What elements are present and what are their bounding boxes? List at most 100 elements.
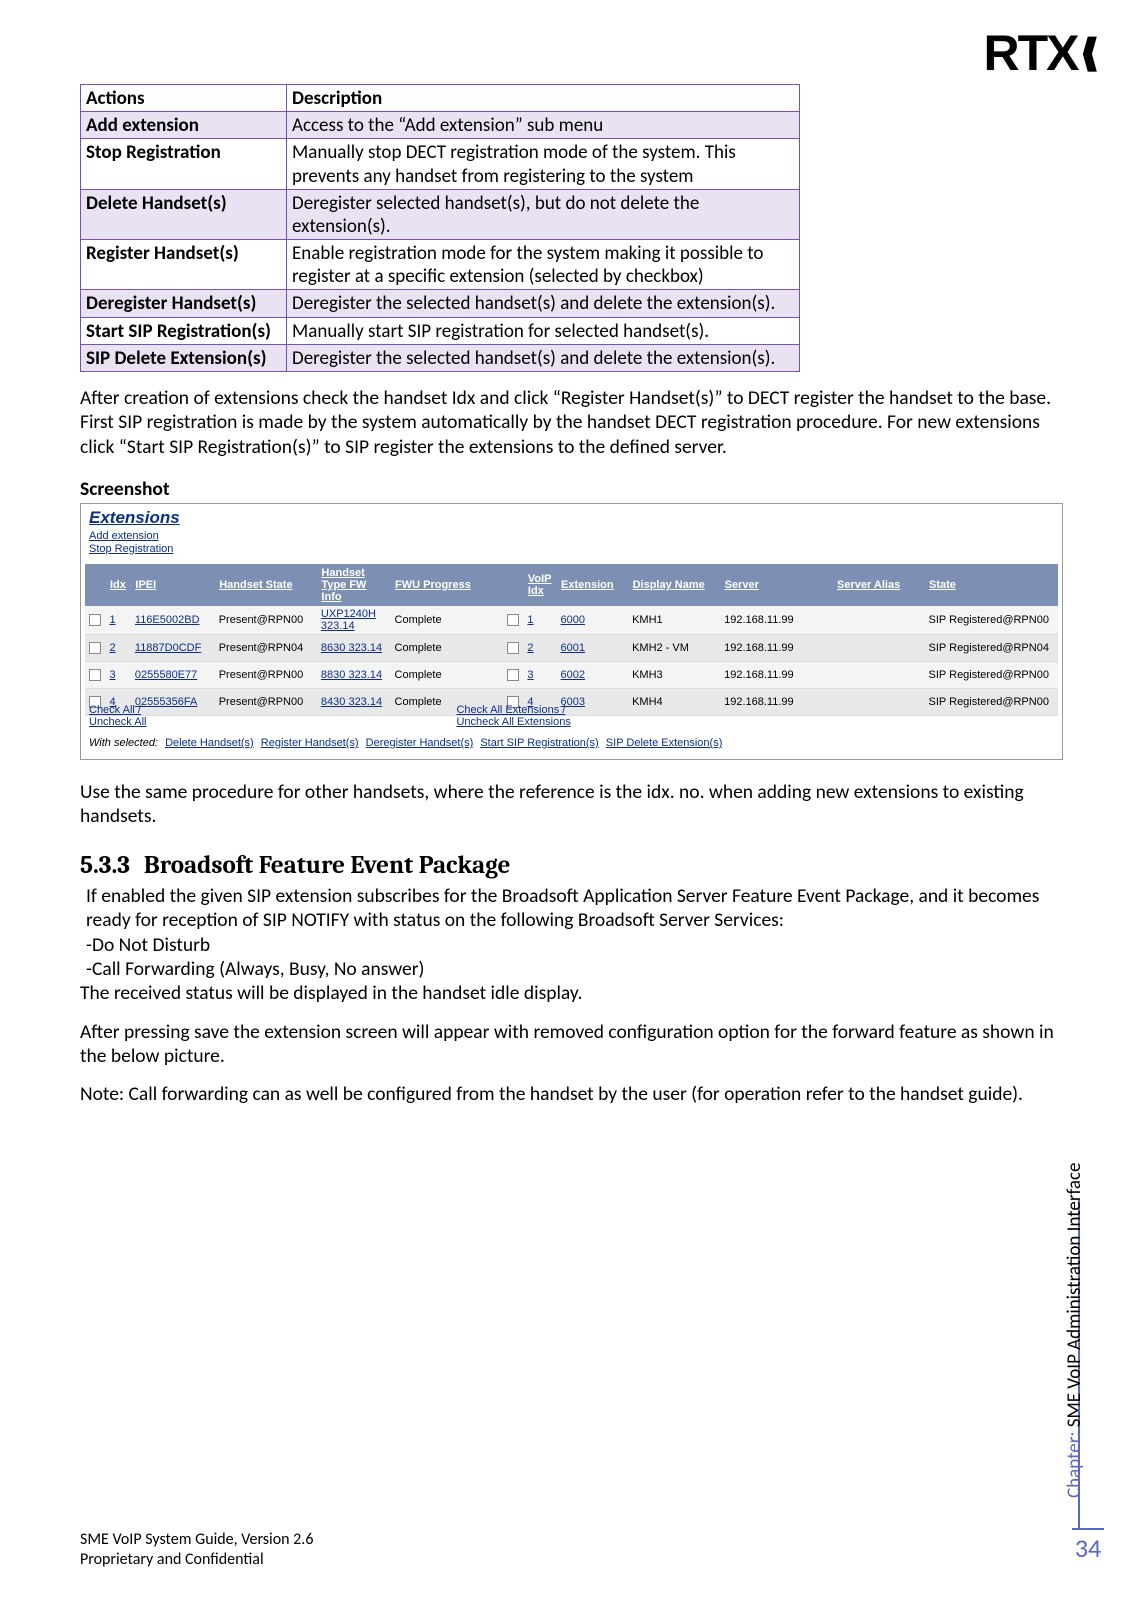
row-checkbox-left[interactable] bbox=[85, 635, 105, 662]
broadsoft-line-2: -Do Not Disturb bbox=[86, 933, 210, 957]
table-row: 1116E5002BDPresent@RPN00UXP1240H 323.14C… bbox=[85, 606, 1058, 635]
cell-handset-state: Present@RPN04 bbox=[215, 635, 317, 662]
with-selected-link[interactable]: Delete Handset(s) bbox=[165, 737, 254, 749]
broadsoft-line-3: -Call Forwarding (Always, Busy, No answe… bbox=[86, 957, 424, 981]
cell-state: SIP Registered@RPN00 bbox=[925, 662, 1058, 689]
cell-idx[interactable]: 1 bbox=[105, 606, 130, 635]
cell-handset-type[interactable]: 8630 323.14 bbox=[317, 635, 391, 662]
hdr-server-alias[interactable]: Server Alias bbox=[833, 564, 925, 606]
hdr-ipei[interactable]: IPEI bbox=[131, 564, 215, 606]
hdr-fwu-progress[interactable]: FWU Progress bbox=[391, 564, 503, 606]
cell-fwu-progress: Complete bbox=[391, 635, 503, 662]
hdr-server[interactable]: Server bbox=[720, 564, 832, 606]
cell-server: 192.168.11.99 bbox=[720, 606, 832, 635]
section-title: Broadsoft Feature Event Package bbox=[144, 851, 511, 880]
action-description: Manually stop DECT registration mode of … bbox=[287, 139, 800, 189]
hdr-checkbox-right bbox=[503, 564, 523, 606]
cell-fwu-progress: Complete bbox=[391, 662, 503, 689]
cell-display-name: KMH2 - VM bbox=[628, 635, 720, 662]
chapter-text: SME VoIP Administration Interface bbox=[1063, 1162, 1086, 1431]
cell-handset-type[interactable]: UXP1240H 323.14 bbox=[317, 606, 391, 635]
paragraph-after-save: After pressing save the extension screen… bbox=[80, 1020, 1060, 1069]
table-row: Deregister Handset(s)Deregister the sele… bbox=[81, 290, 800, 317]
checkbox-icon[interactable] bbox=[89, 614, 101, 626]
cell-idx[interactable]: 3 bbox=[105, 662, 130, 689]
logo-arrows-icon: ⟨⟨⟨ bbox=[1080, 31, 1088, 76]
link-add-extension[interactable]: Add extension bbox=[89, 530, 173, 543]
paragraph-use-same: Use the same procedure for other handset… bbox=[80, 780, 1060, 829]
cell-display-name: KMH3 bbox=[628, 662, 720, 689]
cell-handset-state: Present@RPN00 bbox=[215, 606, 317, 635]
checkbox-icon[interactable] bbox=[507, 614, 519, 626]
cell-voip-idx[interactable]: 3 bbox=[523, 662, 556, 689]
hdr-handset-type[interactable]: Handset Type FW Info bbox=[317, 564, 391, 606]
row-checkbox-right[interactable] bbox=[503, 635, 523, 662]
cell-voip-idx[interactable]: 1 bbox=[523, 606, 556, 635]
cell-handset-state: Present@RPN00 bbox=[215, 662, 317, 689]
checkbox-icon[interactable] bbox=[507, 642, 519, 654]
link-uncheck-all-ext[interactable]: Uncheck All Extensions bbox=[456, 716, 570, 729]
row-checkbox-left[interactable] bbox=[85, 662, 105, 689]
actions-table: Actions Description Add extensionAccess … bbox=[80, 84, 800, 372]
action-name: Start SIP Registration(s) bbox=[81, 317, 287, 344]
cell-ipei[interactable]: 116E5002BD bbox=[131, 606, 215, 635]
chapter-label: Chapter: bbox=[1063, 1432, 1086, 1498]
cell-server: 192.168.11.99 bbox=[720, 662, 832, 689]
checkbox-icon[interactable] bbox=[89, 642, 101, 654]
with-selected-link[interactable]: SIP Delete Extension(s) bbox=[606, 737, 723, 749]
cell-extension[interactable]: 6001 bbox=[557, 635, 629, 662]
with-selected-label: With selected: bbox=[89, 737, 158, 749]
with-selected-link[interactable]: Deregister Handset(s) bbox=[366, 737, 474, 749]
with-selected-link[interactable]: Start SIP Registration(s) bbox=[480, 737, 598, 749]
hdr-voip-idx[interactable]: VoIP Idx bbox=[523, 564, 556, 606]
table-row: Stop RegistrationManually stop DECT regi… bbox=[81, 139, 800, 189]
cell-server-alias bbox=[833, 606, 925, 635]
action-name: Stop Registration bbox=[81, 139, 287, 189]
action-name: Deregister Handset(s) bbox=[81, 290, 287, 317]
cell-idx[interactable]: 2 bbox=[105, 635, 130, 662]
screenshot-label: Screenshot bbox=[80, 477, 1070, 501]
paragraph-broadsoft-intro: If enabled the given SIP extension subsc… bbox=[86, 884, 1066, 982]
checkbox-icon[interactable] bbox=[89, 669, 101, 681]
link-check-all[interactable]: Check All / bbox=[89, 704, 146, 717]
link-uncheck-all[interactable]: Uncheck All bbox=[89, 716, 146, 729]
row-checkbox-right[interactable] bbox=[503, 606, 523, 635]
row-checkbox-right[interactable] bbox=[503, 662, 523, 689]
link-check-all-ext[interactable]: Check All Extensions / bbox=[456, 704, 570, 717]
actions-header-actions: Actions bbox=[81, 85, 287, 112]
cell-extension[interactable]: 6002 bbox=[557, 662, 629, 689]
table-row: 30255580E77Present@RPN008830 323.14Compl… bbox=[85, 662, 1058, 689]
cell-extension[interactable]: 6000 bbox=[557, 606, 629, 635]
link-stop-registration[interactable]: Stop Registration bbox=[89, 543, 173, 556]
footer-line-1: SME VoIP System Guide, Version 2.6 bbox=[80, 1530, 313, 1550]
extensions-screenshot: Extensions Add extension Stop Registrati… bbox=[80, 503, 1063, 760]
footer-line-2: Proprietary and Confidential bbox=[80, 1550, 313, 1570]
cell-state: SIP Registered@RPN00 bbox=[925, 606, 1058, 635]
cell-ipei[interactable]: 0255580E77 bbox=[131, 662, 215, 689]
hdr-display-name[interactable]: Display Name bbox=[628, 564, 720, 606]
section-heading-broadsoft: 5.3.3Broadsoft Feature Event Package bbox=[80, 851, 1070, 880]
row-checkbox-left[interactable] bbox=[85, 606, 105, 635]
footer: SME VoIP System Guide, Version 2.6 Propr… bbox=[80, 1530, 313, 1570]
hdr-idx[interactable]: Idx bbox=[105, 564, 130, 606]
hdr-extension[interactable]: Extension bbox=[557, 564, 629, 606]
cell-ipei[interactable]: 11887D0CDF bbox=[131, 635, 215, 662]
cell-state: SIP Registered@RPN04 bbox=[925, 635, 1058, 662]
table-row: Register Handset(s)Enable registration m… bbox=[81, 240, 800, 290]
cell-handset-type[interactable]: 8830 323.14 bbox=[317, 662, 391, 689]
hdr-handset-state[interactable]: Handset State bbox=[215, 564, 317, 606]
cell-server: 192.168.11.99 bbox=[720, 635, 832, 662]
action-description: Access to the “Add extension” sub menu bbox=[287, 112, 800, 139]
logo-text: RTX bbox=[984, 24, 1078, 82]
action-description: Deregister the selected handset(s) and d… bbox=[287, 344, 800, 371]
cell-voip-idx[interactable]: 2 bbox=[523, 635, 556, 662]
hdr-state[interactable]: State bbox=[925, 564, 1058, 606]
table-row: 211887D0CDFPresent@RPN048630 323.14Compl… bbox=[85, 635, 1058, 662]
cell-display-name: KMH1 bbox=[628, 606, 720, 635]
with-selected-link[interactable]: Register Handset(s) bbox=[261, 737, 359, 749]
rtx-logo: RTX ⟨⟨⟨ bbox=[984, 24, 1088, 82]
table-row: Delete Handset(s)Deregister selected han… bbox=[81, 189, 800, 239]
paragraph-note: Note: Call forwarding can as well be con… bbox=[80, 1082, 1060, 1106]
checkbox-icon[interactable] bbox=[507, 669, 519, 681]
hdr-checkbox-left bbox=[85, 564, 105, 606]
